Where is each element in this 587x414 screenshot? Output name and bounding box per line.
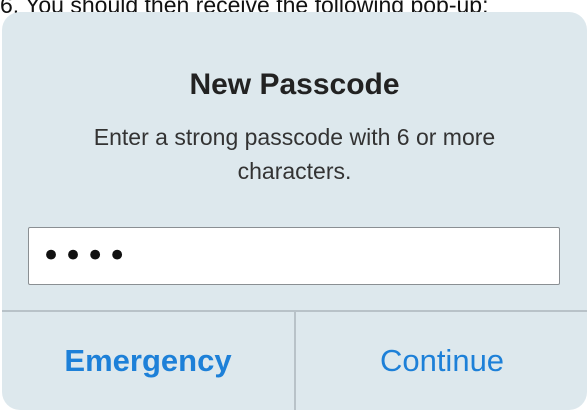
continue-button[interactable]: Continue bbox=[296, 312, 587, 410]
passcode-masked-value: •••• bbox=[41, 236, 130, 276]
dialog-title: New Passcode bbox=[189, 68, 400, 101]
emergency-button[interactable]: Emergency bbox=[2, 312, 294, 410]
dialog-message: Enter a strong passcode with 6 or more c… bbox=[93, 124, 496, 184]
new-passcode-dialog: New Passcode Enter a strong passcode wit… bbox=[2, 12, 587, 410]
passcode-input[interactable]: •••• bbox=[28, 227, 560, 285]
